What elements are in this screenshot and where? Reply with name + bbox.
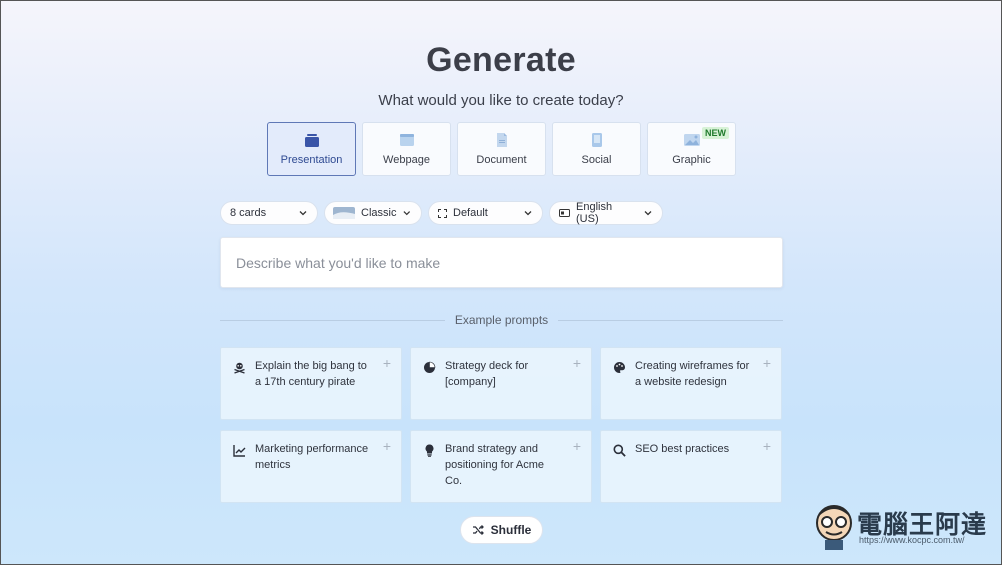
- social-icon: [588, 132, 606, 148]
- card-count-value: 8 cards: [230, 207, 267, 219]
- divider-line: [220, 319, 445, 321]
- chevron-down-icon: [644, 211, 652, 216]
- palette-icon: [612, 360, 626, 374]
- type-social-button[interactable]: Social: [552, 122, 641, 176]
- type-webpage-button[interactable]: Webpage: [362, 122, 451, 176]
- pirate-icon: [232, 360, 246, 374]
- language-value: English (US): [576, 201, 613, 225]
- watermark-url: https://www.kocpc.com.tw/: [859, 535, 965, 545]
- example-prompt-card[interactable]: Strategy deck for [company] +: [410, 347, 592, 420]
- chevron-down-icon: [403, 211, 411, 216]
- watermark: 電腦王阿達 https://www.kocpc.com.tw/: [813, 501, 993, 553]
- shuffle-label: Shuffle: [490, 523, 532, 537]
- lightbulb-icon: [422, 443, 436, 457]
- theme-dropdown[interactable]: Classic: [324, 201, 422, 225]
- example-prompt-card[interactable]: Marketing performance metrics +: [220, 430, 402, 503]
- presentation-icon: [303, 132, 321, 148]
- type-presentation-button[interactable]: Presentation: [267, 122, 356, 176]
- page-title: Generate: [426, 41, 576, 79]
- type-graphic-button[interactable]: NEW Graphic: [647, 122, 736, 176]
- type-label: Document: [476, 154, 527, 166]
- shuffle-button[interactable]: Shuffle: [460, 516, 543, 544]
- example-prompt-text: Strategy deck for [company]: [445, 360, 529, 388]
- new-badge: NEW: [702, 127, 729, 139]
- line-chart-icon: [232, 443, 246, 457]
- add-icon: +: [572, 438, 581, 454]
- type-label: Graphic: [672, 154, 711, 166]
- layout-dropdown[interactable]: Default: [428, 201, 543, 225]
- example-prompt-card[interactable]: SEO best practices +: [600, 430, 782, 503]
- prompt-input[interactable]: [221, 238, 782, 287]
- card-count-dropdown[interactable]: 8 cards: [220, 201, 318, 225]
- webpage-icon: [398, 132, 416, 148]
- theme-thumbnail-icon: [333, 206, 355, 220]
- add-icon: +: [382, 438, 391, 454]
- add-icon: +: [762, 438, 771, 454]
- layout-value: Default: [453, 207, 488, 219]
- example-prompt-text: Brand strategy and positioning for Acme …: [445, 443, 545, 487]
- type-label: Social: [581, 154, 612, 166]
- theme-value: Classic: [361, 207, 397, 219]
- language-dropdown[interactable]: English (US): [549, 201, 663, 225]
- example-prompt-text: Creating wireframes for a website redesi…: [635, 360, 750, 388]
- chevron-down-icon: [299, 211, 307, 216]
- mascot-icon: [816, 505, 852, 550]
- pie-chart-icon: [422, 360, 436, 374]
- language-icon: [559, 209, 570, 217]
- example-prompt-card[interactable]: Brand strategy and positioning for Acme …: [410, 430, 592, 503]
- example-prompts-grid: Explain the big bang to a 17th century p…: [220, 347, 783, 503]
- divider-line: [558, 319, 783, 321]
- chevron-down-icon: [524, 211, 532, 216]
- example-prompt-text: SEO best practices: [635, 443, 730, 455]
- content-type-selector: Presentation Webpage Document Social NEW…: [267, 122, 736, 176]
- add-icon: +: [572, 355, 581, 371]
- example-prompts-label: Example prompts: [454, 313, 549, 327]
- example-prompts-divider: Example prompts: [220, 312, 783, 328]
- document-icon: [493, 132, 511, 148]
- page-subtitle: What would you like to create today?: [378, 92, 624, 109]
- add-icon: +: [382, 355, 391, 371]
- example-prompt-card[interactable]: Explain the big bang to a 17th century p…: [220, 347, 402, 420]
- type-document-button[interactable]: Document: [457, 122, 546, 176]
- type-label: Presentation: [280, 154, 343, 166]
- example-prompt-text: Marketing performance metrics: [255, 443, 369, 471]
- shuffle-icon: [472, 525, 484, 535]
- graphic-icon: [683, 132, 701, 148]
- generation-options: 8 cards Classic Default English (US): [220, 201, 663, 225]
- dimensions-icon: [438, 208, 447, 218]
- search-icon: [612, 443, 626, 457]
- add-icon: +: [762, 355, 771, 371]
- example-prompt-text: Explain the big bang to a 17th century p…: [255, 360, 367, 388]
- type-label: Webpage: [383, 154, 430, 166]
- prompt-input-container: [220, 237, 783, 288]
- example-prompt-card[interactable]: Creating wireframes for a website redesi…: [600, 347, 782, 420]
